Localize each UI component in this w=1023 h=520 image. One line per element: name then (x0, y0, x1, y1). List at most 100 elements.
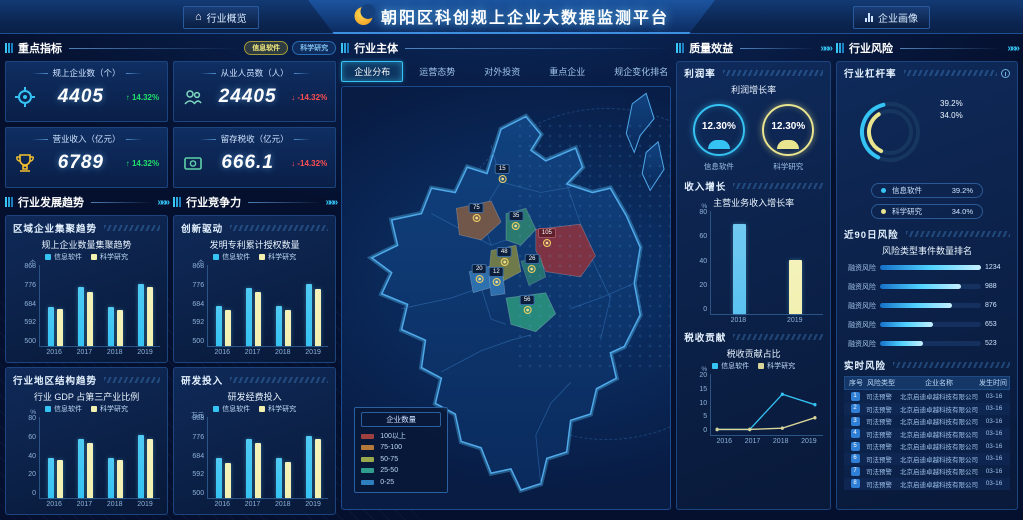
bar (78, 287, 84, 346)
info-icon[interactable] (1001, 69, 1010, 78)
card-subtitle: 行业地区结构趋势 (13, 373, 97, 387)
tax-contribution-section: 税收贡献 税收贡献占比信息软件科学研究%20151050201620172018… (684, 330, 823, 446)
expand-chevrons-icon[interactable]: »»» (157, 197, 168, 208)
platform-logo-icon (354, 7, 372, 25)
card-subtitle: 研发投入 (181, 373, 223, 387)
stat-card-revenue: 营业收入（亿元） 6789 ↑ 14.32% (5, 127, 168, 188)
table-row[interactable]: 6司法预警北京启迪卓越科技有限公司03-16 (844, 453, 1010, 466)
table-row[interactable]: 3司法预警北京启迪卓越科技有限公司03-16 (844, 415, 1010, 428)
slashes-decoration (104, 225, 160, 231)
stat-label: 规上企业数（个） (53, 67, 121, 79)
bar (147, 439, 153, 498)
section-title: 质量效益 (689, 40, 733, 56)
divider (91, 202, 152, 203)
map-marker-48[interactable]: 48 (497, 247, 512, 266)
section-title: 重点指标 (18, 40, 62, 56)
section-risk: 行业风险 »»» (836, 39, 1018, 57)
bar (48, 307, 54, 346)
quality-panel: 利润率 利润增长率 12.30% 信息软件 12.30% 科学研究 收入增长 主… (676, 61, 831, 510)
slashes-decoration (230, 225, 328, 231)
bar (48, 458, 54, 499)
map-marker-56[interactable]: 56 (520, 295, 535, 314)
stat-delta: ↑ 14.32% (126, 159, 159, 168)
expand-chevrons-icon[interactable]: »»» (326, 197, 337, 208)
stat-label: 从业人员数（人） (221, 67, 289, 79)
profit-gauges: 12.30% 信息软件 12.30% 科学研究 (684, 104, 823, 172)
gauge-chart-title: 利润增长率 (684, 83, 823, 96)
bar (138, 435, 144, 498)
stat-value: 24405 (210, 86, 285, 108)
title-band: 朝阳区科创规上企业大数据监测平台 (308, 0, 715, 34)
slashes-decoration (893, 362, 1010, 368)
tab-规企变化排名[interactable]: 规企变化排名 (601, 61, 681, 82)
section-title: 行业竞争力 (186, 194, 241, 210)
stat-value: 666.1 (210, 152, 285, 174)
gauge-label: 科学研究 (773, 161, 803, 172)
table-row[interactable]: 4司法预警北京启迪卓越科技有限公司03-16 (844, 428, 1010, 441)
risk-panel: 行业杠杆率 39.2% 34.0% 信息软件 39.2% (836, 61, 1018, 510)
gauge-value: 12.30% (771, 121, 805, 132)
bar (246, 288, 252, 346)
leverage-legend-science: 科学研究 34.0% (871, 204, 983, 219)
stat-card-employees: 从业人员数（人） 24405 ↓ -14.32% (173, 61, 336, 122)
bar (216, 458, 222, 498)
table-row[interactable]: 5司法预警北京启迪卓越科技有限公司03-16 (844, 440, 1010, 453)
stat-delta: ↓ -14.32% (291, 93, 327, 102)
divider (405, 48, 671, 49)
dot-icon (881, 188, 886, 193)
tab-重点企业[interactable]: 重点企业 (536, 61, 598, 82)
map-marker-15[interactable]: 15 (495, 164, 510, 183)
tab-对外投资[interactable]: 对外投资 (471, 61, 533, 82)
risk-rank-row: 融资风险876 (844, 296, 1010, 315)
table-row[interactable]: 2司法预警北京启迪卓越科技有限公司03-16 (844, 403, 1010, 416)
map-marker-35[interactable]: 35 (509, 211, 524, 230)
card-subtitle: 税收贡献 (684, 330, 726, 344)
nav-tab-enterprise-portrait[interactable]: 企业画像 (853, 6, 930, 29)
map-marker-105[interactable]: 105 (538, 228, 556, 247)
bar (306, 284, 312, 347)
map-marker-20[interactable]: 20 (472, 264, 487, 283)
column-dev-trend: 行业发展趋势 »»» 区域企业集聚趋势 规上企业数量集聚趋势信息软件科学研究个8… (5, 193, 168, 510)
stat-card-grid: 规上企业数（个） 4405 ↑ 14.32% 从业人员数（人） 24405 ↓ … (5, 61, 336, 188)
nav-tab-industry-overview[interactable]: ⌂ 行业概览 (183, 6, 259, 29)
expand-chevrons-icon[interactable]: »»» (820, 43, 831, 54)
divider (740, 48, 815, 49)
nav-left-label: 行业概览 (207, 10, 247, 25)
bar (108, 458, 114, 499)
section-marker-icon (5, 197, 13, 207)
chart-patents: 发明专利累计授权数量信息软件科学研究个868776684592500201620… (181, 235, 328, 357)
map-marker-75[interactable]: 75 (469, 203, 484, 222)
stat-card-enterprises: 规上企业数（个） 4405 ↑ 14.32% (5, 61, 168, 122)
map-marker-12[interactable]: 12 (489, 267, 504, 286)
bar (108, 307, 114, 346)
section-dev-trend: 行业发展趋势 »»» (5, 193, 168, 211)
tab-企业分布[interactable]: 企业分布 (341, 61, 403, 82)
map-marker-26[interactable]: 26 (525, 254, 540, 273)
bar (285, 310, 291, 346)
slashes-decoration (230, 377, 328, 383)
section-quality: 质量效益 »»» (676, 39, 831, 57)
filter-科学研究[interactable]: 科学研究 (292, 41, 336, 55)
bar (117, 310, 123, 346)
table-row[interactable]: 7司法预警北京启迪卓越科技有限公司03-16 (844, 465, 1010, 478)
expand-chevrons-icon[interactable]: »»» (1007, 43, 1018, 54)
tab-运营态势[interactable]: 运营态势 (406, 61, 468, 82)
divider (248, 202, 320, 203)
legend-item: 75-100 (361, 442, 441, 454)
bar-chart-icon (865, 13, 873, 22)
card-innovation: 创新驱动 发明专利累计授权数量信息软件科学研究个8687766845925002… (173, 215, 336, 363)
chart-tax-share: 税收贡献占比信息软件科学研究%201510502016201720182019 (684, 347, 823, 446)
bar (246, 439, 252, 498)
card-subtitle: 近90日风险 (844, 227, 899, 241)
table-header: 序号风险类型企业名称发生时间 (844, 376, 1010, 390)
table-row[interactable]: 8司法预警北京启迪卓越科技有限公司03-16 (844, 478, 1010, 491)
map-panel: 企业数量 100以上75-10050-7525-500-25 157535105… (341, 86, 671, 510)
card-subtitle: 行业杠杆率 (844, 66, 897, 80)
gauge-label: 信息软件 (704, 161, 734, 172)
section-title: 行业发展趋势 (18, 194, 84, 210)
bar (87, 292, 93, 346)
filter-信息软件[interactable]: 信息软件 (244, 41, 288, 55)
bar (87, 443, 93, 498)
leverage-arcs (844, 84, 936, 180)
table-row[interactable]: 1司法预警北京启迪卓越科技有限公司03-16 (844, 390, 1010, 403)
